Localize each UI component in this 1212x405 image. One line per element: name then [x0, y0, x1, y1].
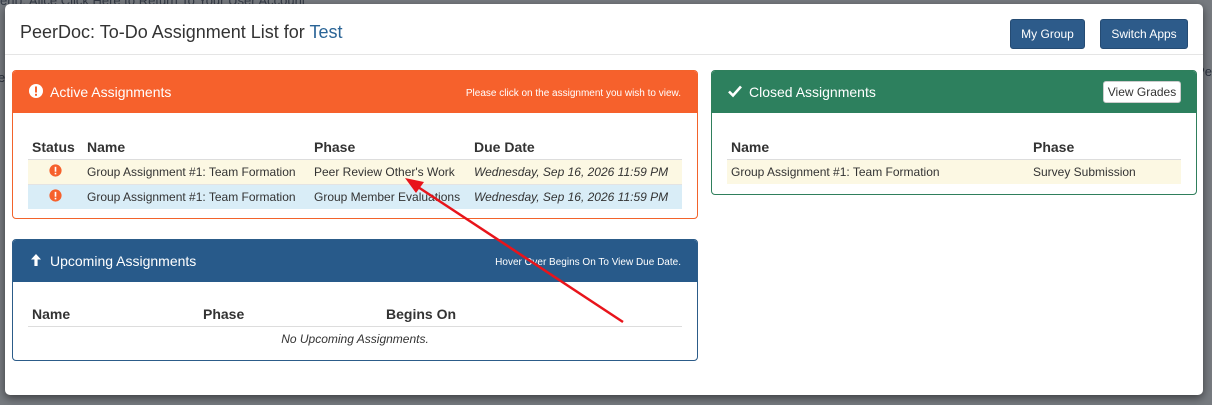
column-header-phase: Phase	[199, 296, 382, 327]
active-assignments-panel: Active Assignments Please click on the a…	[12, 70, 698, 219]
status-cell	[28, 159, 83, 185]
checkmark-icon	[728, 85, 742, 98]
exclamation-circle-icon	[29, 84, 43, 98]
column-header-name: Name	[28, 296, 199, 327]
upcoming-assignments-panel: Upcoming Assignments Hover Over Begins O…	[12, 239, 698, 361]
upcoming-panel-heading: Upcoming Assignments Hover Over Begins O…	[13, 240, 697, 282]
closed-assignments-panel: Closed Assignments View Grades Name Phas…	[711, 70, 1197, 195]
modal-title: PeerDoc: To-Do Assignment List for Test	[20, 21, 342, 43]
column-header-phase: Phase	[310, 129, 470, 160]
exclamation-circle-icon	[49, 164, 62, 177]
table-header-row: Status Name Phase Due Date	[28, 129, 682, 160]
assignment-due-date[interactable]: Wednesday, Sep 16, 2026 11:59 PM	[470, 184, 682, 209]
assignment-name[interactable]: Group Assignment #1: Team Formation	[727, 159, 1029, 184]
closed-assignment-row[interactable]: Group Assignment #1: Team Formation Surv…	[727, 159, 1181, 184]
active-assignments-table: Status Name Phase Due Date Group Assignm…	[28, 129, 682, 209]
modal-title-prefix: PeerDoc: To-Do Assignment List for	[20, 22, 310, 42]
column-header-name: Name	[727, 129, 1029, 160]
column-header-begins-on: Begins On	[382, 296, 682, 327]
no-upcoming-message: No Upcoming Assignments.	[281, 332, 429, 346]
status-cell	[28, 184, 83, 209]
course-name: Test	[309, 22, 343, 42]
assignment-due-date[interactable]: Wednesday, Sep 16, 2026 11:59 PM	[470, 159, 682, 185]
modal-header: PeerDoc: To-Do Assignment List for Test …	[5, 4, 1203, 55]
column-header-name: Name	[83, 129, 310, 160]
column-header-due-date: Due Date	[470, 129, 682, 160]
active-panel-title: Active Assignments	[50, 84, 172, 100]
assignment-name[interactable]: Group Assignment #1: Team Formation	[83, 159, 310, 185]
assignment-row[interactable]: Group Assignment #1: Team Formation Grou…	[28, 184, 682, 209]
view-grades-button[interactable]: View Grades	[1103, 81, 1181, 103]
upcoming-assignments-table: Name Phase Begins On No Upcoming Assignm…	[28, 296, 682, 351]
empty-row: No Upcoming Assignments.	[28, 327, 682, 352]
todo-modal: PeerDoc: To-Do Assignment List for Test …	[5, 4, 1203, 395]
assignment-phase[interactable]: Peer Review Other's Work	[310, 159, 470, 185]
table-header-row: Name Phase	[727, 129, 1181, 160]
active-panel-note: Please click on the assignment you wish …	[465, 88, 681, 99]
column-header-status: Status	[28, 129, 83, 160]
assignment-row[interactable]: Group Assignment #1: Team Formation Peer…	[28, 159, 682, 185]
switch-apps-button[interactable]: Switch Apps	[1100, 19, 1188, 49]
upcoming-panel-title: Upcoming Assignments	[50, 253, 197, 269]
closed-assignments-table: Name Phase Group Assignment #1: Team For…	[727, 129, 1181, 184]
upcoming-panel-note: Hover Over Begins On To View Due Date.	[495, 257, 681, 268]
column-header-phase: Phase	[1029, 129, 1181, 160]
my-group-button[interactable]: My Group	[1010, 19, 1085, 49]
table-header-row: Name Phase Begins On	[28, 296, 682, 327]
exclamation-circle-icon	[49, 189, 62, 202]
arrow-up-icon	[31, 254, 41, 266]
assignment-phase[interactable]: Survey Submission	[1029, 159, 1181, 184]
assignment-phase[interactable]: Group Member Evaluations	[310, 184, 470, 209]
closed-panel-title: Closed Assignments	[749, 84, 876, 100]
active-panel-heading: Active Assignments Please click on the a…	[13, 71, 697, 113]
assignment-name[interactable]: Group Assignment #1: Team Formation	[83, 184, 310, 209]
closed-panel-heading: Closed Assignments View Grades	[712, 71, 1196, 113]
